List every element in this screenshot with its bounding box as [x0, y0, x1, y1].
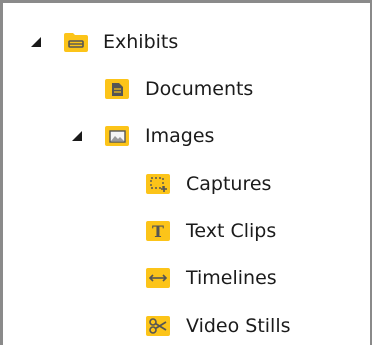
folder-icon [64, 33, 88, 52]
tree-item-captures[interactable]: Captures [3, 164, 323, 204]
svg-text:T: T [152, 222, 164, 241]
tree-item-label: Text Clips [186, 220, 277, 242]
tree-item-documents[interactable]: Documents [3, 69, 303, 109]
tree-item-timelines[interactable]: Timelines [3, 258, 323, 298]
tree-item-images[interactable]: Images [3, 116, 303, 156]
double-arrow-icon [146, 268, 170, 288]
text-icon: T [146, 221, 170, 241]
selection-crop-icon [146, 174, 170, 194]
tree-item-label: Images [145, 125, 215, 147]
expanded-triangle-icon[interactable] [30, 36, 42, 48]
tree-item-video-stills[interactable]: Video Stills [3, 306, 323, 346]
tree-item-text-clips[interactable]: T Text Clips [3, 211, 323, 251]
tree-item-label: Exhibits [103, 31, 179, 53]
tree-item-exhibits[interactable]: Exhibits [3, 22, 283, 62]
tree-item-label: Captures [186, 173, 272, 195]
tree-view-panel: Exhibits Documents Images Captures T Tex… [0, 0, 372, 345]
tree-item-label: Documents [145, 78, 254, 100]
expanded-triangle-icon[interactable] [71, 130, 83, 142]
image-icon [105, 126, 129, 146]
tree-item-label: Timelines [186, 267, 277, 289]
tree-item-label: Video Stills [186, 315, 291, 337]
document-icon [105, 79, 129, 99]
scissors-icon [146, 316, 170, 336]
